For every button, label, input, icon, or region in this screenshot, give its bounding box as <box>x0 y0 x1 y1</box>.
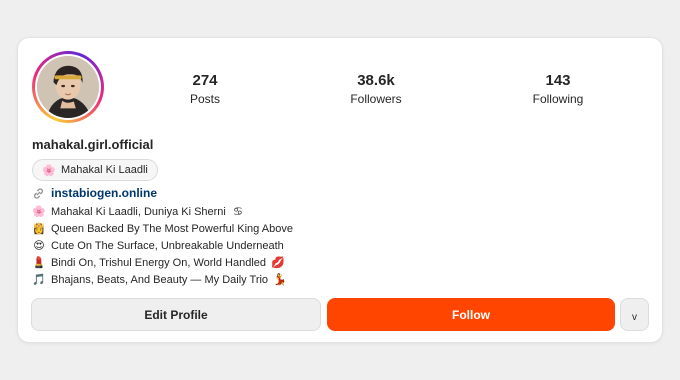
bio-line-text: Cute On The Surface, Unbreakable Underne… <box>51 240 284 252</box>
category-label: Mahakal Ki Laadli <box>61 164 148 176</box>
bio-line: 😍 Cute On The Surface, Unbreakable Under… <box>32 238 293 255</box>
followers-count: 38.6k <box>357 72 395 89</box>
bio-line: 💄 Bindi On, Trishul Energy On, World Han… <box>32 255 293 272</box>
chevron-down-icon: v <box>632 312 637 323</box>
kiss-mark-emoji-icon: 💋 <box>271 257 285 269</box>
bio-link-row: instabiogen.online <box>32 186 157 200</box>
lipstick-emoji-icon: 💄 <box>32 257 46 269</box>
profile-stats: 274 Posts 38.6k Followers 143 Following <box>18 72 664 112</box>
username: mahakal.girl.official <box>32 137 154 152</box>
princess-emoji-icon: 👸 <box>32 223 46 235</box>
music-note-emoji-icon: 🎵 <box>32 274 46 286</box>
posts-label: Posts <box>189 92 220 106</box>
bio-line-text: Bindi On, Trishul Energy On, World Handl… <box>51 257 267 269</box>
bio-line: 🎵 Bhajans, Beats, And Beauty — My Daily … <box>32 272 293 289</box>
bio-line: 🌸 Mahakal Ki Laadli, Duniya Ki Sherni ♋ <box>32 204 293 221</box>
bio-line-text: Queen Backed By The Most Powerful King A… <box>51 223 293 235</box>
bio-line-text: Mahakal Ki Laadli, Duniya Ki Sherni <box>51 206 226 218</box>
stat-followers[interactable]: 38.6k Followers <box>316 72 436 108</box>
bio-link[interactable]: instabiogen.online <box>51 186 157 200</box>
following-count: 143 <box>545 72 571 89</box>
bio-line: 👸 Queen Backed By The Most Powerful King… <box>32 221 293 238</box>
bio-text: 🌸 Mahakal Ki Laadli, Duniya Ki Sherni ♋ … <box>32 204 293 289</box>
posts-count: 274 <box>192 72 218 89</box>
cancer-sign-icon: ♋ <box>232 206 243 218</box>
flower-icon: 🌸 <box>42 164 56 177</box>
more-options-button[interactable]: v <box>620 298 649 331</box>
profile-card: 274 Posts 38.6k Followers 143 Following … <box>17 37 663 343</box>
flower-emoji-icon: 🌸 <box>32 206 46 218</box>
category-chip[interactable]: 🌸 Mahakal Ki Laadli <box>32 159 158 181</box>
edit-profile-button[interactable]: Edit Profile <box>31 298 321 331</box>
heart-eyes-emoji-icon: 😍 <box>33 240 45 252</box>
bio-line-text: Bhajans, Beats, And Beauty — My Daily Tr… <box>51 274 269 286</box>
stat-following[interactable]: 143 Following <box>498 72 618 108</box>
dancer-emoji-icon: 💃 <box>273 274 287 286</box>
following-label: Following <box>532 92 584 106</box>
followers-label: Followers <box>350 92 402 106</box>
follow-button[interactable]: Follow <box>327 298 615 331</box>
link-icon <box>32 187 45 200</box>
stat-posts[interactable]: 274 Posts <box>145 72 265 108</box>
